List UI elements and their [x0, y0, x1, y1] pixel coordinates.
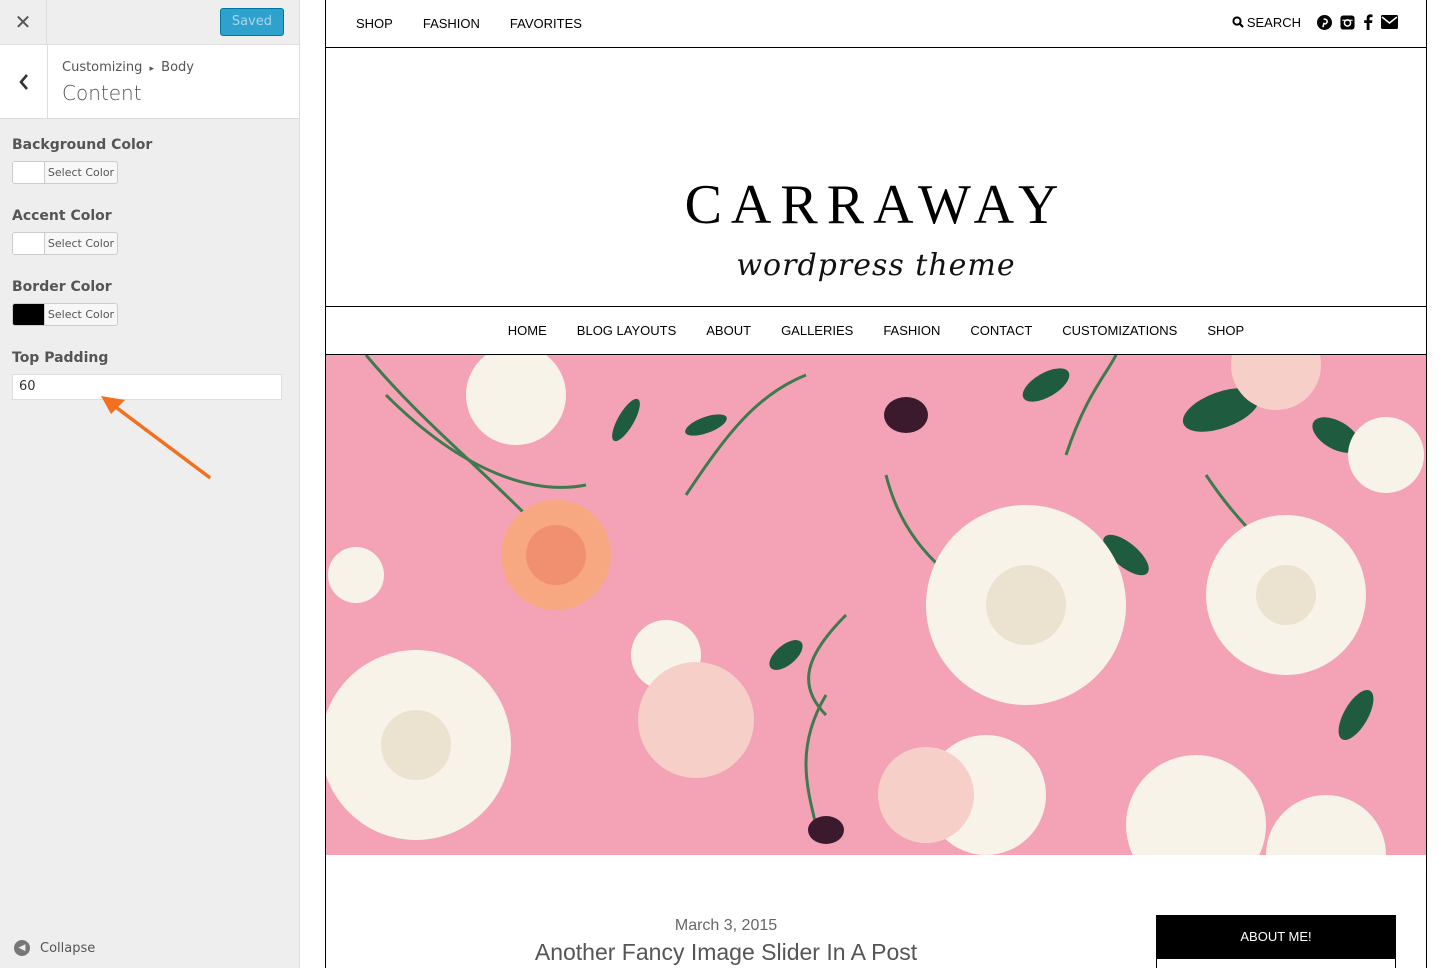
- close-button[interactable]: ✕: [0, 0, 47, 44]
- main-nav-blog-layouts[interactable]: BLOG LAYOUTS: [577, 323, 676, 338]
- about-me-widget-title: ABOUT ME!: [1156, 915, 1396, 959]
- post-date: March 3, 2015: [674, 917, 778, 934]
- top-right-tools: SEARCH: [1232, 14, 1398, 30]
- border-color-picker[interactable]: Select Color: [12, 303, 118, 326]
- site-logo-title[interactable]: CARRAWAY: [326, 173, 1426, 237]
- logo-header: CARRAWAY wordpress theme: [326, 48, 1426, 307]
- accent-color-button-label: Select Color: [47, 237, 115, 250]
- search-icon: [1232, 16, 1244, 28]
- site-logo-tagline: wordpress theme: [736, 248, 1016, 283]
- border-color-swatch: [13, 304, 45, 325]
- customizer-sidebar: ✕ Saved Customizing ▸ Body Content Backg…: [0, 0, 300, 968]
- collapse-icon: ◀: [14, 940, 30, 956]
- collapse-label: Collapse: [40, 940, 96, 956]
- top-nav: SHOP FASHION FAVORITES: [356, 16, 582, 31]
- background-color-picker[interactable]: Select Color: [12, 161, 118, 184]
- accent-color-label: Accent Color: [12, 208, 112, 224]
- border-color-control: Border Color Select Color: [12, 279, 118, 326]
- breadcrumb-parent: Customizing: [62, 60, 143, 75]
- border-color-label: Border Color: [12, 279, 112, 295]
- back-button[interactable]: [0, 45, 48, 118]
- main-nav-customizations[interactable]: CUSTOMIZATIONS: [1062, 323, 1177, 338]
- main-nav-about[interactable]: ABOUT: [706, 323, 751, 338]
- pinterest-icon[interactable]: [1317, 14, 1332, 30]
- background-color-button-label: Select Color: [47, 166, 115, 179]
- post-title[interactable]: Another Fancy Image Slider In A Post: [326, 939, 1126, 966]
- flowers-illustration: [326, 355, 1426, 855]
- collapse-button[interactable]: ◀ Collapse: [14, 940, 95, 956]
- main-nav-contact[interactable]: CONTACT: [970, 323, 1032, 338]
- about-me-widget-body: [1156, 959, 1396, 968]
- envelope-icon[interactable]: [1381, 15, 1398, 29]
- search-label: SEARCH: [1246, 14, 1301, 30]
- saved-button[interactable]: Saved: [219, 8, 284, 36]
- section-title: Content: [62, 81, 142, 105]
- instagram-icon[interactable]: [1340, 14, 1355, 30]
- chevron-left-icon: [18, 73, 28, 90]
- main-nav-shop[interactable]: SHOP: [1207, 323, 1244, 338]
- accent-color-picker[interactable]: Select Color: [12, 232, 118, 255]
- site-preview: SHOP FASHION FAVORITES SEARCH CARRAWAY w…: [325, 0, 1427, 968]
- breadcrumb-separator: ▸: [149, 64, 155, 74]
- annotation-arrow-icon: [101, 396, 211, 479]
- accent-color-control: Accent Color Select Color: [12, 208, 118, 255]
- breadcrumb: Customizing ▸ Body: [62, 60, 194, 75]
- content-area: March 3, 2015 Another Fancy Image Slider…: [326, 855, 1426, 968]
- search-link[interactable]: SEARCH: [1232, 15, 1301, 30]
- background-color-label: Background Color: [12, 137, 153, 153]
- top-nav-shop[interactable]: SHOP: [356, 16, 393, 31]
- top-bar: SHOP FASHION FAVORITES SEARCH: [326, 0, 1426, 48]
- background-color-control: Background Color Select Color: [12, 137, 152, 184]
- accent-color-swatch: [13, 233, 45, 254]
- main-nav-fashion[interactable]: FASHION: [883, 323, 940, 338]
- top-nav-fashion[interactable]: FASHION: [423, 16, 480, 31]
- top-nav-favorites[interactable]: FAVORITES: [510, 16, 582, 31]
- close-icon: ✕: [14, 10, 32, 34]
- main-nav: HOME BLOG LAYOUTS ABOUT GALLERIES FASHIO…: [326, 307, 1426, 355]
- customizer-header: ✕ Saved: [0, 0, 299, 45]
- background-color-swatch: [13, 162, 45, 183]
- hero-image[interactable]: [326, 355, 1426, 855]
- facebook-icon[interactable]: [1363, 14, 1373, 30]
- main-nav-galleries[interactable]: GALLERIES: [781, 323, 853, 338]
- border-color-button-label: Select Color: [47, 308, 115, 321]
- top-padding-label: Top Padding: [12, 350, 109, 366]
- section-header: Customizing ▸ Body Content: [0, 45, 299, 119]
- main-nav-home[interactable]: HOME: [508, 323, 547, 338]
- breadcrumb-current: Body: [161, 60, 194, 75]
